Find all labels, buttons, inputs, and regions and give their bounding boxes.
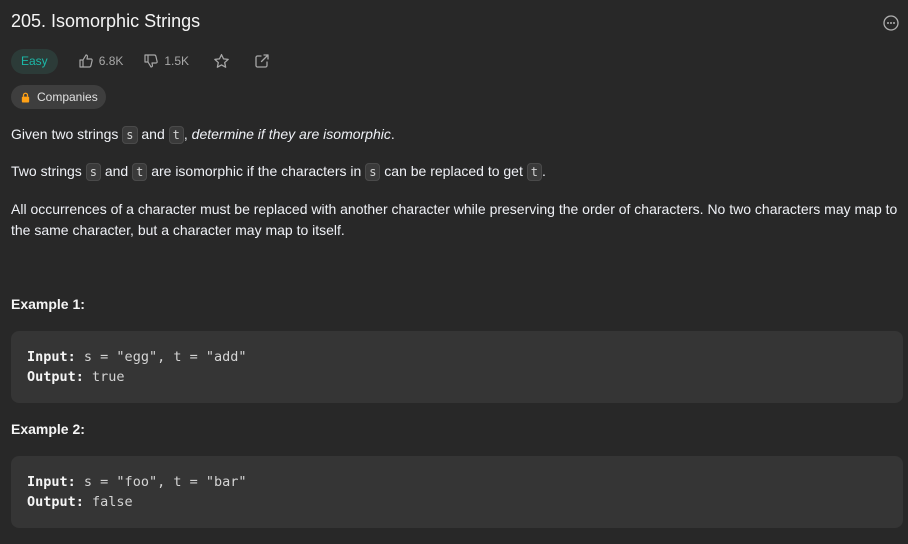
share-icon xyxy=(255,54,269,68)
example-1-input: Input: s = "egg", t = "add" xyxy=(27,347,246,367)
inline-code: s xyxy=(85,163,101,181)
share-button[interactable] xyxy=(254,53,270,69)
more-options-button[interactable] xyxy=(882,14,900,32)
thumbs-down-icon xyxy=(144,54,159,68)
example-2-input: Input: s = "foo", t = "bar" xyxy=(27,472,246,492)
output-label: Output: xyxy=(27,369,84,385)
text: . xyxy=(390,126,395,142)
inline-code: t xyxy=(168,126,184,144)
dislike-count: 1.5K xyxy=(164,54,190,68)
inline-code: s xyxy=(122,126,138,144)
example-1-output: Output: true xyxy=(27,367,125,387)
description-paragraph-3: All occurrences of a character must be r… xyxy=(11,201,898,238)
description-paragraph-2: Two strings s and t are isomorphic if th… xyxy=(11,161,903,183)
output-value: true xyxy=(92,369,125,385)
description-paragraph-1: Given two strings s and t, determine if … xyxy=(11,124,903,146)
text: . xyxy=(541,163,546,179)
text: can be replaced to get xyxy=(380,163,527,179)
problem-title[interactable]: 205. Isomorphic Strings xyxy=(11,11,200,32)
companies-label: Companies xyxy=(37,90,98,104)
input-label: Input: xyxy=(27,474,76,490)
text: Given two strings xyxy=(11,126,123,142)
text: and xyxy=(100,163,133,179)
example-2-block: Input: s = "foo", t = "bar" Output: fals… xyxy=(11,456,903,528)
thumbs-up-icon xyxy=(79,54,93,68)
inline-code: s xyxy=(365,163,381,181)
favorite-button[interactable] xyxy=(213,53,230,70)
text: are isomorphic if the characters in xyxy=(147,163,366,179)
example-1-block: Input: s = "egg", t = "add" Output: true xyxy=(11,331,903,403)
output-label: Output: xyxy=(27,494,84,510)
problem-meta-bar: Easy 6.8K 1.5K xyxy=(11,48,270,74)
output-value: false xyxy=(92,494,133,510)
dislike-button[interactable]: 1.5K xyxy=(143,53,189,69)
star-icon xyxy=(214,53,229,68)
problem-description-panel: 205. Isomorphic Strings Easy 6.8K 1.5K C… xyxy=(0,0,908,544)
inline-code: t xyxy=(526,163,542,181)
like-button[interactable]: 6.8K xyxy=(78,53,124,69)
example-1-title: Example 1: xyxy=(11,296,85,312)
input-value: s = "foo", t = "bar" xyxy=(83,474,247,490)
input-label: Input: xyxy=(27,349,76,365)
difficulty-badge: Easy xyxy=(11,48,58,74)
example-2-output: Output: false xyxy=(27,492,133,512)
input-value: s = "egg", t = "add" xyxy=(83,349,247,365)
italic-text: determine if they are isomorphic xyxy=(191,126,391,142)
text: and xyxy=(137,126,169,142)
text: Two strings xyxy=(11,163,86,179)
lock-icon xyxy=(21,92,30,103)
like-count: 6.8K xyxy=(98,54,124,68)
text: , xyxy=(183,126,192,142)
inline-code: t xyxy=(132,163,148,181)
example-2-title: Example 2: xyxy=(11,421,85,437)
companies-button[interactable]: Companies xyxy=(11,85,106,109)
more-options-icon xyxy=(883,15,899,31)
